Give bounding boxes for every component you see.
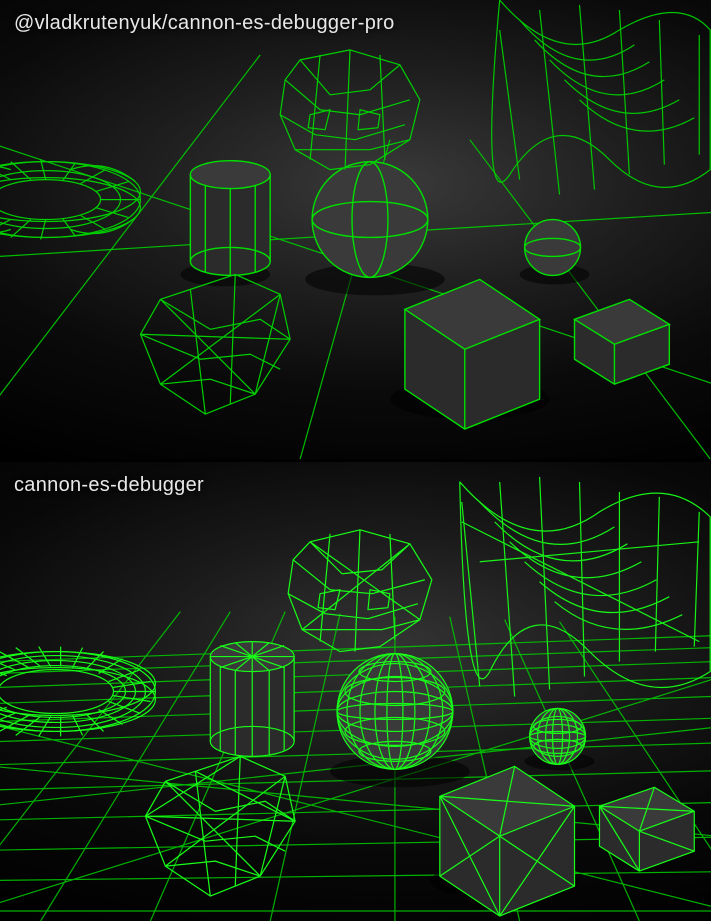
cylinder [190, 161, 270, 276]
panel-pro: @vladkrutenyuk/cannon-es-debugger-pro [0, 0, 711, 462]
scene-pro [0, 0, 711, 459]
box-small [599, 787, 694, 871]
skull [288, 530, 432, 652]
crystal [140, 274, 290, 414]
scene-classic [0, 462, 711, 921]
torus [0, 160, 140, 240]
panel-classic: cannon-es-debugger [0, 462, 711, 921]
comparison-image: @vladkrutenyuk/cannon-es-debugger-pro [0, 0, 711, 921]
box-small [575, 299, 670, 384]
skull [280, 50, 420, 170]
label-classic: cannon-es-debugger [14, 474, 204, 497]
cylinder [210, 642, 294, 757]
label-pro: @vladkrutenyuk/cannon-es-debugger-pro [14, 12, 395, 35]
terrain-wave [492, 0, 711, 195]
crystal [145, 756, 295, 896]
